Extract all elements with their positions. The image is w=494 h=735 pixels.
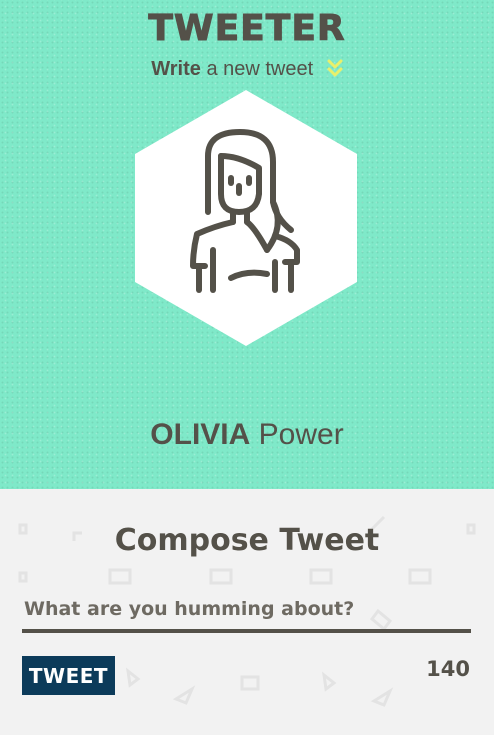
compose-section: Compose Tweet TWEET 140: [0, 489, 494, 735]
profile-header: TWEETER Write a new tweet OLIVIA Power: [0, 0, 494, 489]
app-logo: TWEETER: [148, 8, 346, 50]
user-name: OLIVIA Power: [0, 418, 494, 452]
user-last-name: Power: [250, 418, 344, 451]
tagline-text: a new tweet: [200, 58, 314, 80]
tweet-button[interactable]: TWEET: [22, 656, 115, 695]
user-first-name: OLIVIA: [150, 418, 251, 451]
tweet-input[interactable]: [22, 593, 471, 633]
avatar: [135, 90, 357, 346]
double-chevron-down-icon[interactable]: [327, 58, 343, 78]
compose-title: Compose Tweet: [114, 523, 380, 558]
tagline-bold: Write: [151, 58, 201, 80]
character-counter: 140: [426, 657, 470, 681]
tagline: Write a new tweet: [0, 58, 494, 81]
